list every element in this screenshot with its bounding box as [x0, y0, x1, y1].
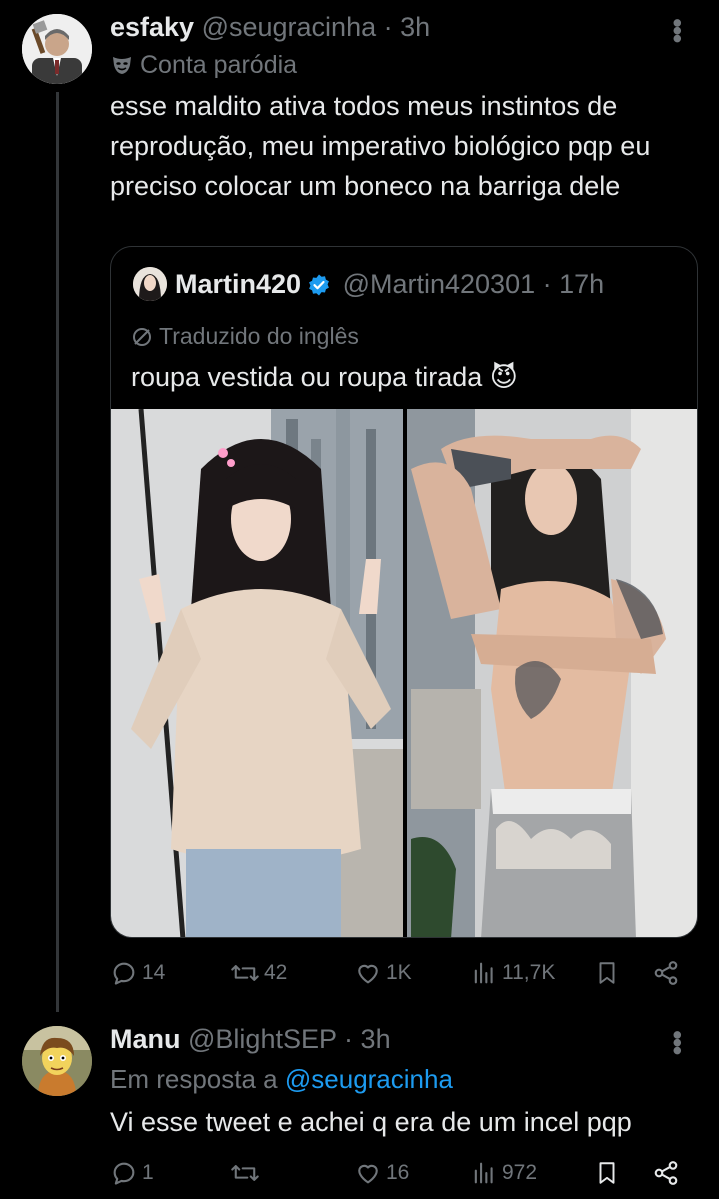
more-options-icon[interactable]: ••• — [662, 18, 693, 41]
views-button[interactable]: 11,7K — [470, 956, 555, 990]
like-count: 1K — [386, 961, 412, 984]
share-icon — [654, 1161, 678, 1185]
in-reply-handle-link[interactable]: @seugracinha — [285, 1064, 453, 1094]
reply-text: Vi esse tweet e achei q era de um incel … — [110, 1107, 632, 1137]
separator-dot: · — [344, 1024, 354, 1054]
reply-author-name[interactable]: Manu — [110, 1024, 181, 1054]
like-count: 16 — [386, 1161, 410, 1184]
heart-icon — [358, 1164, 378, 1184]
reply-author-handle[interactable]: @BlightSEP — [188, 1024, 337, 1054]
separator-dot: · — [542, 269, 552, 299]
translated-label-row: Traduzido do inglês — [131, 321, 359, 355]
quote-header: Martin420 @Martin420301 · 17h — [175, 267, 604, 305]
quote-media-image[interactable] — [111, 408, 697, 937]
quote-author-name[interactable]: Martin420 — [175, 269, 301, 299]
like-button[interactable]: 1K — [354, 956, 412, 990]
post-time[interactable]: 3h — [400, 12, 430, 42]
views-button[interactable]: 972 — [470, 1156, 537, 1190]
reply-icon — [113, 1162, 135, 1185]
views-count: 972 — [502, 1161, 538, 1184]
share-button[interactable] — [652, 956, 680, 990]
repost-icon — [231, 1165, 259, 1181]
in-reply-to-row: Em resposta a @seugracinha — [110, 1064, 453, 1094]
quote-author-handle[interactable]: @Martin420301 — [343, 269, 536, 299]
translate-icon — [131, 325, 153, 355]
bookmark-button[interactable] — [594, 956, 620, 990]
author-name[interactable]: esfaky — [110, 12, 194, 42]
heart-icon — [358, 964, 378, 984]
post-action-bar: 14 42 1K 11,7K — [110, 956, 690, 990]
repost-button[interactable] — [230, 1156, 264, 1190]
reply-count: 1 — [142, 1161, 154, 1184]
quote-text: roupa vestida ou roupa tirada 😈 — [131, 362, 518, 392]
views-chart-icon — [474, 1162, 493, 1184]
parody-label-row: Conta paródia — [110, 50, 297, 84]
reply-time[interactable]: 3h — [361, 1024, 391, 1054]
bookmark-button[interactable] — [594, 1156, 620, 1190]
mask-icon — [110, 53, 134, 84]
share-button[interactable] — [652, 1156, 680, 1190]
post-header: esfaky @seugracinha · 3h — [110, 12, 430, 42]
verified-badge-icon — [307, 271, 331, 305]
repost-icon — [231, 965, 259, 981]
views-count: 11,7K — [502, 961, 556, 984]
repost-count: 42 — [264, 961, 288, 984]
author-handle[interactable]: @seugracinha — [202, 12, 377, 42]
reply-button[interactable]: 14 — [110, 956, 165, 990]
avatar-esfaky[interactable] — [22, 14, 92, 84]
share-icon — [654, 961, 678, 985]
more-options-icon[interactable]: ••• — [662, 1030, 693, 1053]
reply-icon — [113, 962, 135, 985]
in-reply-prefix: Em resposta a — [110, 1064, 278, 1094]
quote-time[interactable]: 17h — [559, 269, 604, 299]
like-button[interactable]: 16 — [354, 1156, 409, 1190]
repost-button[interactable]: 42 — [230, 956, 287, 990]
avatar-manu[interactable] — [22, 1026, 92, 1096]
reply-button[interactable]: 1 — [110, 1156, 154, 1190]
thread-connector-line — [56, 92, 59, 1012]
translated-label: Traduzido do inglês — [159, 323, 359, 349]
quote-author-avatar[interactable] — [133, 267, 167, 301]
separator-dot: · — [383, 12, 393, 42]
quoted-tweet-card[interactable]: Martin420 @Martin420301 · 17h Traduzido … — [110, 246, 698, 938]
reply-action-bar: 1 16 972 — [110, 1156, 690, 1190]
views-chart-icon — [474, 962, 493, 984]
post-text: esse maldito ativa todos meus instintos … — [110, 91, 651, 201]
reply-count: 14 — [142, 961, 166, 984]
reply-header: Manu @BlightSEP · 3h — [110, 1024, 391, 1054]
bookmark-icon — [599, 1162, 615, 1184]
bookmark-icon — [599, 962, 615, 984]
parody-label: Conta paródia — [140, 51, 298, 79]
